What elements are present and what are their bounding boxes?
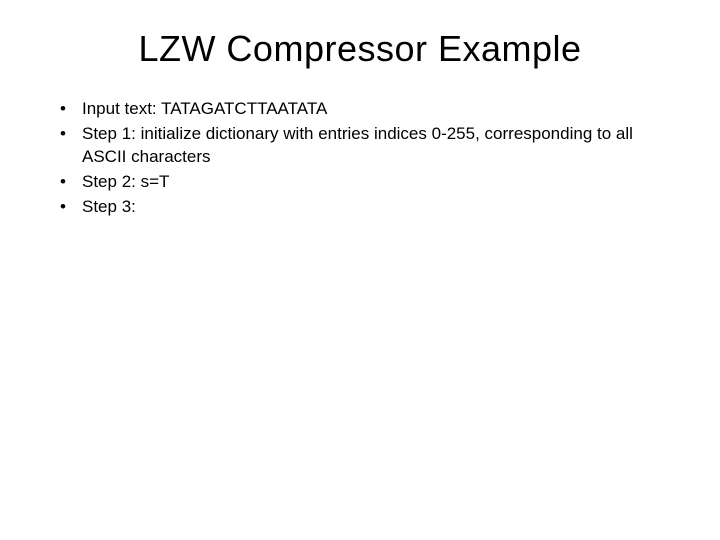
bullet-list: Input text: TATAGATCTTAATATA Step 1: ini… [40, 98, 680, 219]
list-item: Step 3: [60, 196, 680, 219]
slide-title: LZW Compressor Example [40, 28, 680, 70]
list-item: Step 2: s=T [60, 171, 680, 194]
slide: LZW Compressor Example Input text: TATAG… [0, 0, 720, 540]
list-item: Input text: TATAGATCTTAATATA [60, 98, 680, 121]
list-item: Step 1: initialize dictionary with entri… [60, 123, 680, 169]
